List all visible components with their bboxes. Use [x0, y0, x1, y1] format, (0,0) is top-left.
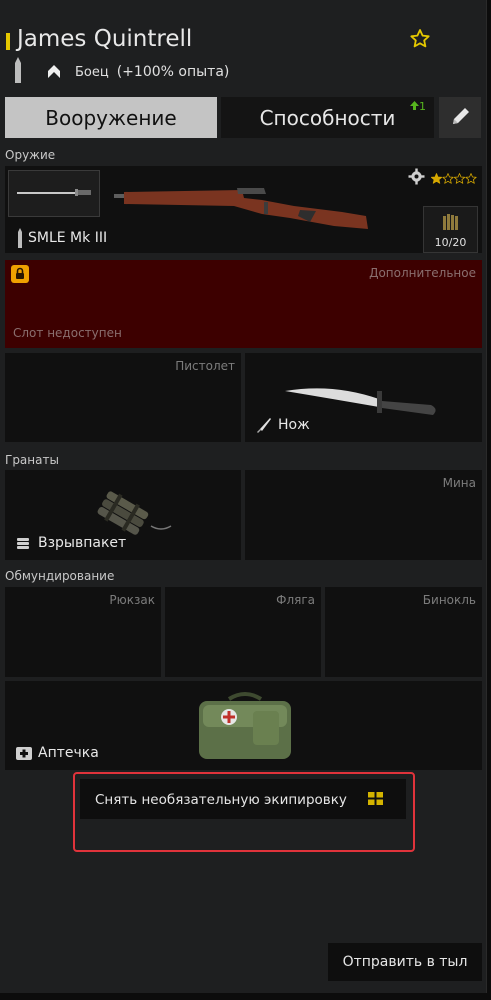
tab-abilities[interactable]: Способности [221, 97, 434, 138]
melee-slot[interactable]: Нож [245, 353, 482, 442]
grid-icon [368, 792, 383, 805]
mine-slot[interactable]: Мина [245, 470, 482, 560]
pencil-icon [453, 108, 469, 124]
rank-info: Боец (+100% опыта) [75, 64, 229, 80]
grenade-slot[interactable]: Взрывпакет [5, 470, 241, 560]
send-to-rear-button[interactable]: Отправить в тыл [328, 943, 482, 981]
ammo-counter[interactable]: 10/20 [423, 206, 478, 253]
bayonet-attachment[interactable] [8, 170, 100, 217]
section-equipment: Обмундирование [5, 569, 115, 583]
weapon-rating [430, 170, 477, 189]
slot-type-label: Дополнительное [369, 266, 476, 280]
remove-optional-equipment-button[interactable]: Снять необязательную экипировку [80, 779, 406, 819]
bullet-icon [18, 228, 22, 248]
slot-type-label: Пистолет [175, 359, 235, 373]
slot-type-label: Фляга [276, 593, 315, 607]
ammo-count: 10/20 [434, 236, 467, 249]
ammo-clip-icon [443, 214, 458, 230]
ammo-type-icon [14, 56, 22, 84]
flask-slot[interactable]: Фляга [165, 587, 321, 677]
melee-name: Нож [255, 416, 310, 434]
section-weapon: Оружие [5, 148, 56, 162]
rank-label: Боец [75, 65, 109, 80]
slot-type-label: Мина [442, 476, 476, 490]
slot-unavailable-text: Слот недоступен [13, 326, 122, 340]
soldier-equipment-panel: James Quintrell Боец (+100% опыта) Вооруж… [0, 0, 487, 993]
medkit-slot[interactable]: Аптечка [5, 681, 482, 770]
backpack-slot[interactable]: Рюкзак [5, 587, 161, 677]
star-rating-icon [430, 173, 477, 184]
favorite-star-icon[interactable] [408, 27, 432, 51]
bayonet-icon [17, 189, 91, 196]
medkit-image [199, 692, 291, 759]
soldier-name: James Quintrell [17, 26, 193, 52]
edit-button[interactable] [439, 97, 481, 138]
xp-bonus: (+100% опыта) [116, 64, 230, 80]
medkit-icon [16, 747, 32, 760]
rank-chevron-icon [46, 60, 62, 80]
knife-icon [257, 418, 271, 433]
pistol-slot[interactable]: Пистолет [5, 353, 241, 442]
section-grenades: Гранаты [5, 453, 59, 467]
rifle-image [114, 188, 368, 229]
explosive-pack-image [97, 491, 172, 535]
weapon-settings-gear-icon[interactable] [408, 168, 425, 189]
primary-weapon-name: SMLE Mk III [17, 228, 107, 248]
arrow-up-icon [410, 101, 419, 110]
grenade-name: Взрывпакет [15, 534, 126, 552]
medkit-name: Аптечка [15, 744, 99, 762]
accent-bar [6, 33, 10, 50]
explosive-icon [17, 538, 29, 549]
lock-icon [11, 265, 29, 283]
tab-weapons[interactable]: Вооружение [5, 97, 217, 138]
slot-type-label: Рюкзак [109, 593, 155, 607]
abilities-badge: 1 [410, 100, 426, 113]
binoculars-slot[interactable]: Бинокль [325, 587, 482, 677]
slot-type-label: Бинокль [422, 593, 476, 607]
secondary-slot-locked: Дополнительное Слот недоступен [5, 260, 482, 348]
